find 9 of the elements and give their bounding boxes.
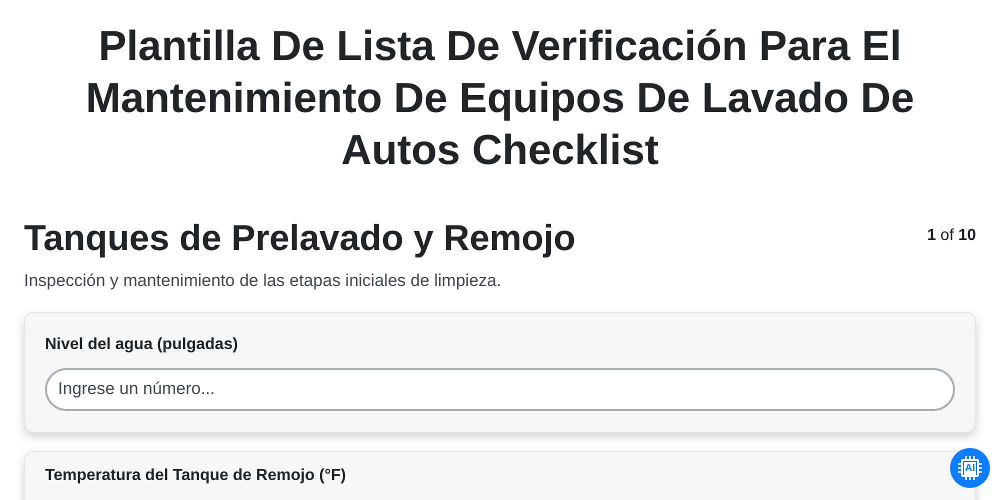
section-heading: Tanques de Prelavado y Remojo — [24, 216, 576, 260]
field-label: Temperatura del Tanque de Remojo (°F) — [45, 466, 346, 486]
chip-icon — [957, 455, 983, 481]
section-description: Inspección y mantenimiento de las etapas iniciales de limpieza. — [24, 270, 502, 292]
field-label: Nivel del agua (pulgadas) — [45, 334, 238, 354]
ai-button[interactable]: AI — [950, 448, 990, 488]
page-counter: 1 of 10 — [927, 226, 976, 246]
input-field[interactable]: Ingrese un número... — [45, 368, 955, 410]
page-title: Plantilla De Lista De Verificación Para El Mantenimiento De Equipos De Lavado De Autos Checklist — [84, 21, 916, 175]
